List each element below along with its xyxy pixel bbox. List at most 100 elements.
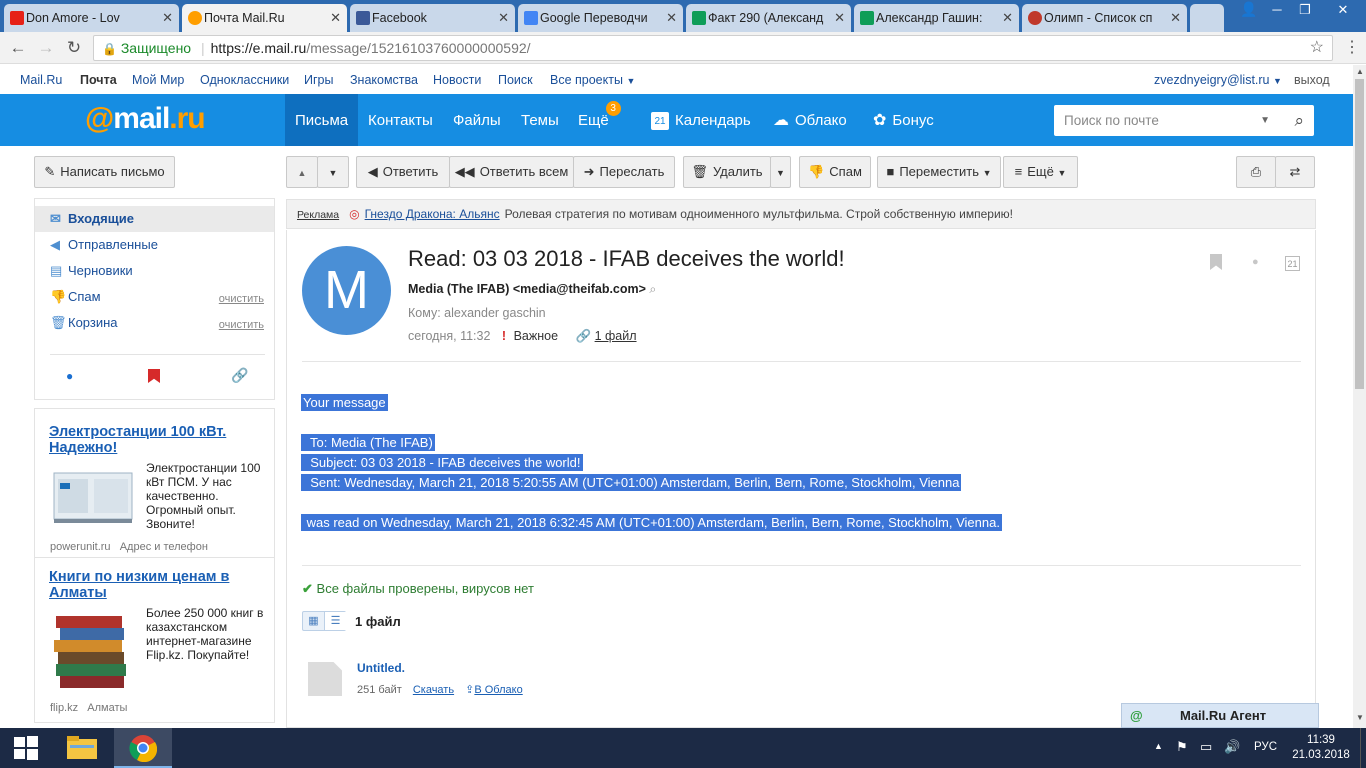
attachment-name[interactable]: Untitled. (357, 661, 405, 675)
search-options-icon[interactable]: ▼ (1260, 105, 1270, 136)
maximize-icon[interactable]: ❐ (1290, 0, 1320, 20)
ad-domain[interactable]: powerunit.ru (50, 541, 111, 553)
tray-expand-icon[interactable]: ▲ (1154, 741, 1163, 751)
portal-link-dating[interactable]: Знакомства (350, 73, 418, 87)
minimize-icon[interactable]: ─ (1262, 0, 1292, 20)
reply-button[interactable]: ◀ Ответить (356, 156, 450, 188)
network-icon[interactable]: ▭ (1200, 739, 1212, 755)
tab-files[interactable]: Файлы (453, 94, 501, 146)
portal-link-search[interactable]: Поиск (498, 73, 533, 87)
tab-cloud[interactable]: ☁ Облако (773, 94, 847, 146)
scroll-up-icon[interactable]: ▲ (1356, 67, 1364, 76)
url-field[interactable]: 🔒 Защищено | https://e.mail.ru/message/15… (93, 35, 1333, 61)
bookmark-icon[interactable] (1210, 254, 1222, 270)
close-icon[interactable]: ✕ (498, 10, 509, 26)
mailru-logo[interactable]: @mail.ru (85, 102, 206, 136)
ad-link[interactable]: Гнездо Дракона: Альянс (365, 207, 500, 221)
flag-tray-icon[interactable]: ⚑ (1176, 739, 1188, 755)
folder-inbox[interactable]: ✉ Входящие (35, 206, 274, 232)
move-button[interactable]: ■ Переместить ▼ (877, 156, 1001, 188)
user-email-menu[interactable]: zvezdnyeigry@list.ru ▼ (1154, 73, 1282, 87)
portal-link-news[interactable]: Новости (433, 73, 481, 87)
prev-message-button[interactable]: ▲ (286, 156, 318, 188)
reply-all-button[interactable]: ◀◀ Ответить всем (449, 156, 574, 188)
ad-extra-link[interactable]: Алматы (87, 702, 127, 714)
clean-trash-link[interactable]: очистить (219, 312, 264, 338)
chrome-taskbar-icon[interactable] (114, 728, 172, 768)
browser-tab[interactable]: Факт 290 (Александ ✕ (686, 4, 851, 32)
flag-filter-icon[interactable] (148, 369, 160, 383)
close-icon[interactable]: ✕ (1002, 10, 1013, 26)
more-actions-button[interactable]: ≡ Ещё ▼ (1003, 156, 1078, 188)
browser-tab-active[interactable]: Почта Mail.Ru ✕ (182, 4, 347, 32)
books-image[interactable] (50, 612, 136, 692)
file-explorer-icon[interactable] (56, 728, 108, 768)
folder-drafts[interactable]: ▤ Черновики (35, 258, 274, 284)
ad-title-link[interactable]: Электростанции 100 кВт. Надежно! (49, 424, 264, 456)
browser-tab[interactable]: Google Переводчи ✕ (518, 4, 683, 32)
portal-link-mymir[interactable]: Мой Мир (132, 73, 184, 87)
sender-avatar[interactable]: M (302, 246, 391, 335)
scroll-down-icon[interactable]: ▼ (1356, 713, 1364, 722)
close-window-icon[interactable]: ✕ (1320, 0, 1366, 20)
delete-button[interactable]: 🗑 Удалить (683, 156, 771, 188)
print-button[interactable]: ⎙ (1236, 156, 1276, 188)
delete-dropdown[interactable]: ▼ (770, 156, 791, 188)
back-icon[interactable]: ← (7, 37, 29, 59)
mailru-agent-bar[interactable]: @ Mail.Ru Агент (1121, 703, 1319, 728)
translate-button[interactable]: ⇄ (1275, 156, 1315, 188)
volume-icon[interactable]: 🔊 (1224, 739, 1240, 755)
language-indicator[interactable]: РУС (1254, 741, 1277, 753)
show-desktop-button[interactable] (1360, 728, 1366, 768)
browser-tab[interactable]: Don Amore - Lov ✕ (4, 4, 179, 32)
spam-button[interactable]: 👎 Спам (799, 156, 871, 188)
close-icon[interactable]: ✕ (666, 10, 677, 26)
close-icon[interactable]: ✕ (162, 10, 173, 26)
browser-tab[interactable]: Александр Гашин: ✕ (854, 4, 1019, 32)
unread-filter-icon[interactable]: ● (66, 369, 73, 383)
files-link[interactable]: 1 файл (595, 329, 637, 343)
portal-link-games[interactable]: Игры (304, 73, 333, 87)
folder-spam[interactable]: 👎 Спам очистить (35, 284, 274, 310)
folder-trash[interactable]: 🗑 Корзина очистить (35, 310, 274, 336)
search-icon[interactable]: ⌕ (1294, 105, 1304, 136)
clock[interactable]: 11:39 21.03.2018 (1290, 733, 1352, 763)
ad-domain[interactable]: flip.kz (50, 702, 78, 714)
browser-menu-icon[interactable]: ⋮ (1344, 37, 1360, 57)
close-icon[interactable]: ✕ (834, 10, 845, 26)
browser-tab[interactable]: Facebook ✕ (350, 4, 515, 32)
scroll-thumb[interactable] (1355, 79, 1364, 389)
portal-link-mailru[interactable]: Mail.Ru (20, 73, 62, 87)
tab-themes[interactable]: Темы (521, 94, 559, 146)
close-icon[interactable]: ✕ (330, 10, 341, 26)
folder-sent[interactable]: ◀ Отправленные (35, 232, 274, 258)
ad-extra-link[interactable]: Адрес и телефон (120, 541, 208, 553)
tab-bonus[interactable]: ✿ Бонус (873, 94, 934, 146)
read-status-icon[interactable]: ● (1252, 256, 1259, 268)
ad-label[interactable]: Реклама (297, 209, 339, 221)
file-icon[interactable] (308, 662, 342, 696)
add-to-calendar-icon[interactable]: 21 (1285, 256, 1300, 271)
grid-view-icon[interactable]: ▦ (303, 612, 325, 630)
download-link[interactable]: Скачать (413, 684, 454, 696)
close-icon[interactable]: ✕ (1170, 10, 1181, 26)
windows-start-icon[interactable] (0, 728, 52, 768)
tab-calendar[interactable]: 21 Календарь (651, 94, 751, 146)
tab-more[interactable]: Ещё 3 (578, 94, 621, 146)
next-message-button[interactable]: ▼ (317, 156, 349, 188)
ad-title-link[interactable]: Книги по низким ценам в Алматы (49, 569, 264, 601)
tab-letters[interactable]: Письма (285, 94, 359, 146)
mail-search-input[interactable]: Поиск по почте ▼ ⌕ (1054, 105, 1314, 136)
tab-contacts[interactable]: Контакты (368, 94, 433, 146)
new-tab-button[interactable] (1190, 4, 1224, 32)
reload-icon[interactable]: ↻ (63, 37, 85, 59)
user-profile-icon[interactable]: 👤 (1240, 1, 1257, 18)
bookmark-star-icon[interactable]: ☆ (1310, 36, 1324, 60)
portal-link-mail[interactable]: Почта (80, 73, 117, 87)
save-to-cloud-link[interactable]: В Облако (474, 684, 522, 696)
forward-icon[interactable]: → (35, 37, 57, 59)
browser-tab[interactable]: Олимп - Список сп ✕ (1022, 4, 1187, 32)
page-scrollbar[interactable]: ▲ ▼ (1353, 65, 1366, 728)
logout-link[interactable]: выход (1294, 73, 1330, 87)
portal-link-all-projects[interactable]: Все проекты ▼ (550, 73, 635, 87)
